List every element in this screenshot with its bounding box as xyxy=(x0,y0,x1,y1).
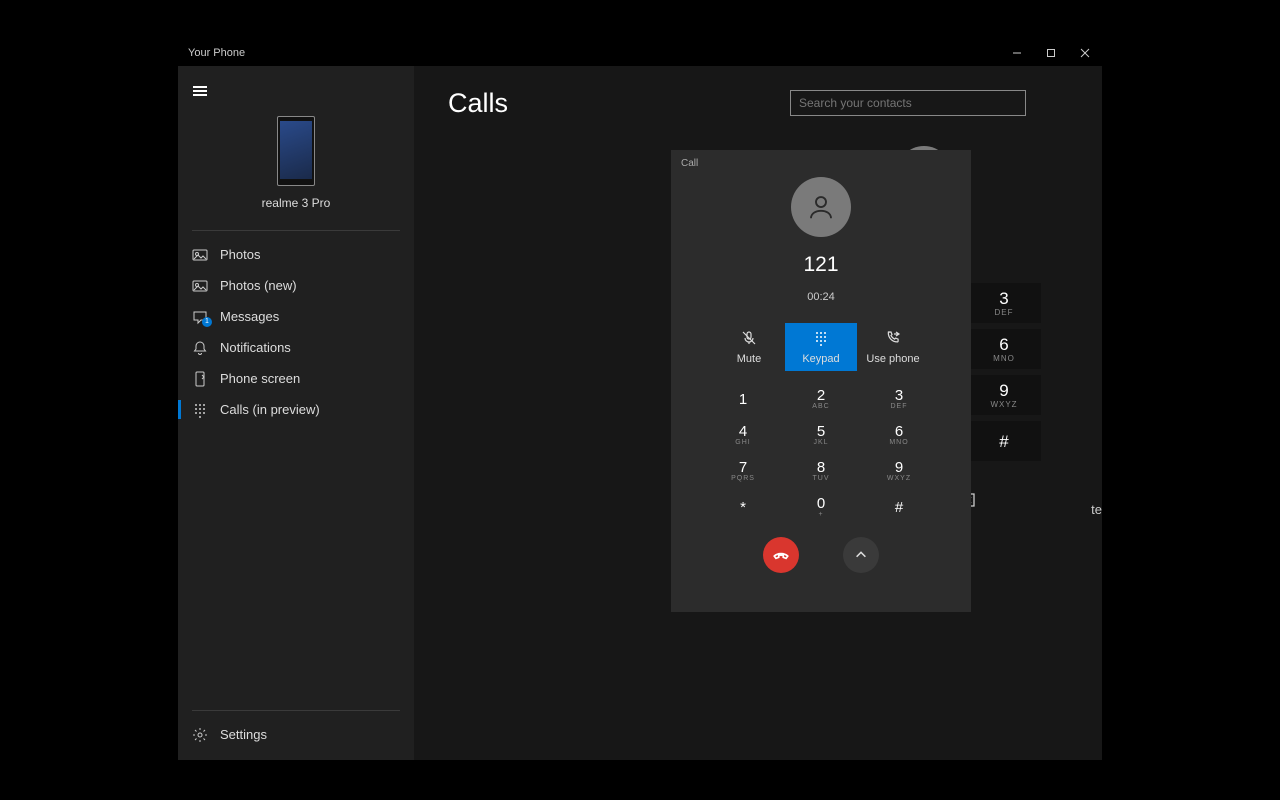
app-window: Your Phone realme 3 Pro Photos Photos (n… xyxy=(178,40,1102,760)
badge: 1 xyxy=(202,317,212,327)
search-input[interactable] xyxy=(790,90,1026,116)
keypad-label: Keypad xyxy=(802,353,839,365)
sidebar-item-photos-new[interactable]: Photos (new) xyxy=(178,270,414,301)
hamburger-icon[interactable] xyxy=(182,76,218,106)
photo-icon xyxy=(192,278,208,294)
keypad-key[interactable]: 9WXYZ xyxy=(860,453,938,489)
keypad-key[interactable]: 0+ xyxy=(782,489,860,525)
keypad-key[interactable]: 7PQRS xyxy=(704,453,782,489)
titlebar: Your Phone xyxy=(178,40,1102,66)
sidebar-item-label: Settings xyxy=(220,727,267,742)
call-timer: 00:24 xyxy=(671,291,971,303)
dialpad-icon xyxy=(813,330,829,349)
sidebar-item-phone-screen[interactable]: Phone screen xyxy=(178,363,414,394)
divider xyxy=(192,230,400,231)
page-title: Calls xyxy=(448,88,772,119)
phone-transfer-icon xyxy=(885,330,901,349)
call-number: 121 xyxy=(671,253,971,277)
sidebar-item-label: Messages xyxy=(220,309,279,324)
collapse-button[interactable] xyxy=(843,537,879,573)
maximize-button[interactable] xyxy=(1034,40,1068,66)
device-image-icon xyxy=(277,116,315,186)
keypad-key[interactable]: 3DEF xyxy=(967,283,1041,323)
keypad-button[interactable]: Keypad xyxy=(785,323,857,371)
device-name: realme 3 Pro xyxy=(178,196,414,210)
sidebar-item-photos[interactable]: Photos xyxy=(178,239,414,270)
bell-icon xyxy=(192,340,208,356)
contact-avatar xyxy=(791,177,851,237)
use-phone-button[interactable]: Use phone xyxy=(857,323,929,371)
use-phone-label: Use phone xyxy=(866,353,919,365)
hangup-button[interactable] xyxy=(763,537,799,573)
sidebar-item-messages[interactable]: 1 Messages xyxy=(178,301,414,332)
main-content: Calls te 121 12ABC3DEF4GHI5JKL6MNO7PQRS8… xyxy=(414,66,1102,760)
call-keypad: 12ABC3DEF 4GHI5JKL6MNO 7PQRS8TUV9WXYZ *0+# xyxy=(671,381,971,525)
sidebar-item-label: Photos (new) xyxy=(220,278,297,293)
window-title: Your Phone xyxy=(188,47,245,59)
phone-screen-icon xyxy=(192,371,208,387)
device-header: realme 3 Pro xyxy=(178,106,414,224)
stray-text: te xyxy=(1091,502,1102,517)
gear-icon xyxy=(192,727,208,743)
keypad-key[interactable]: 3DEF xyxy=(860,381,938,417)
sidebar-item-label: Photos xyxy=(220,247,260,262)
minimize-button[interactable] xyxy=(1000,40,1034,66)
keypad-key[interactable]: * xyxy=(704,489,782,525)
keypad-key[interactable]: 4GHI xyxy=(704,417,782,453)
sidebar-item-label: Notifications xyxy=(220,340,291,355)
mute-button[interactable]: Mute xyxy=(713,323,785,371)
close-button[interactable] xyxy=(1068,40,1102,66)
sidebar-item-label: Calls (in preview) xyxy=(220,402,320,417)
keypad-key[interactable]: 5JKL xyxy=(782,417,860,453)
keypad-key[interactable]: 6MNO xyxy=(967,329,1041,369)
mute-label: Mute xyxy=(737,353,761,365)
photo-icon xyxy=(192,247,208,263)
keypad-key[interactable]: # xyxy=(967,421,1041,461)
keypad-key[interactable]: 6MNO xyxy=(860,417,938,453)
call-label: Call xyxy=(671,158,971,169)
sidebar-item-settings[interactable]: Settings xyxy=(178,719,414,750)
keypad-key[interactable]: # xyxy=(860,489,938,525)
keypad-key[interactable]: 2ABC xyxy=(782,381,860,417)
mic-off-icon xyxy=(741,330,757,349)
sidebar-item-notifications[interactable]: Notifications xyxy=(178,332,414,363)
divider xyxy=(192,710,400,711)
keypad-key[interactable]: 1 xyxy=(704,381,782,417)
active-call-card: Call 121 00:24 Mute Keypad xyxy=(671,150,971,612)
sidebar-item-label: Phone screen xyxy=(220,371,300,386)
sidebar-item-calls[interactable]: Calls (in preview) xyxy=(178,394,414,425)
sidebar: realme 3 Pro Photos Photos (new) 1 Messa… xyxy=(178,66,414,760)
dialpad-icon xyxy=(192,402,208,418)
keypad-key[interactable]: 9WXYZ xyxy=(967,375,1041,415)
keypad-key[interactable]: 8TUV xyxy=(782,453,860,489)
